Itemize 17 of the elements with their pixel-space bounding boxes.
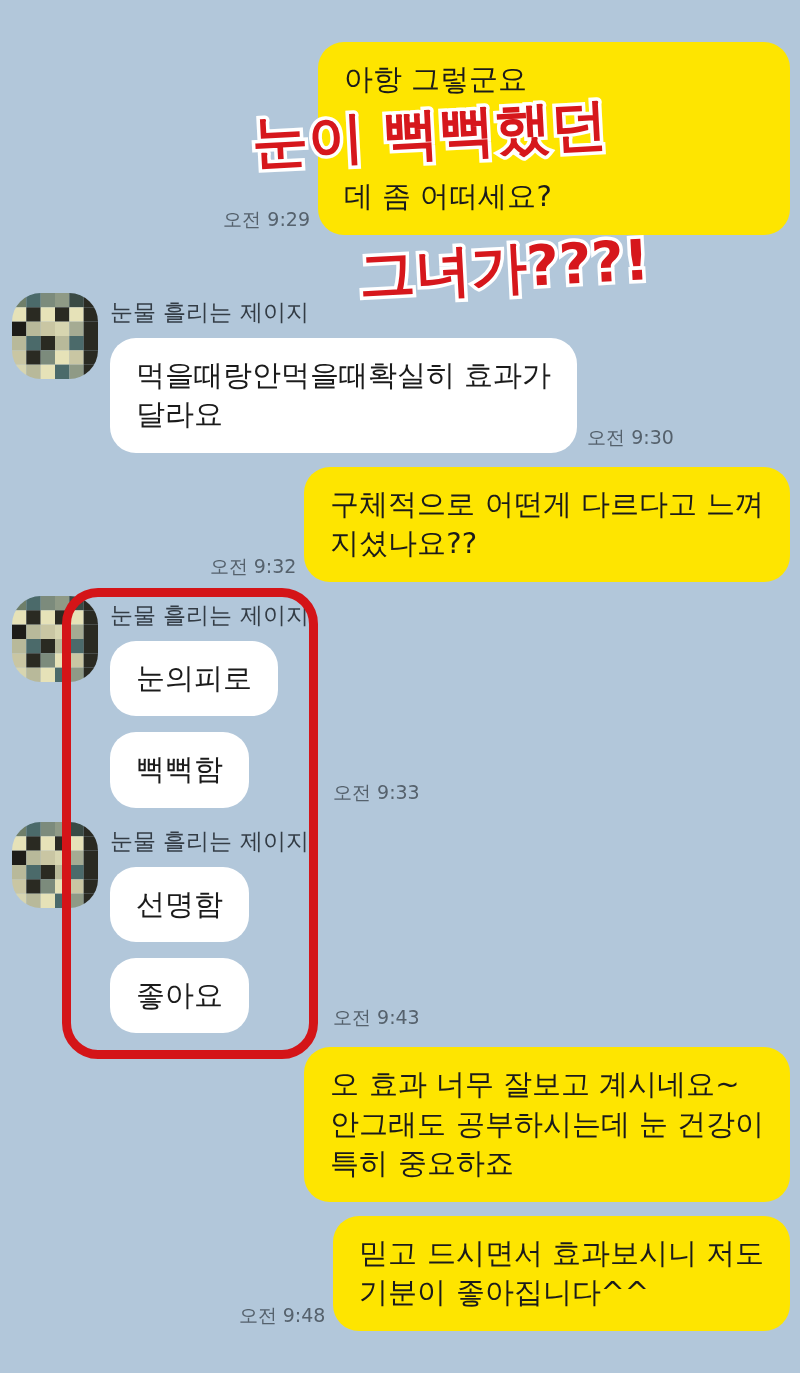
message-bubble: 믿고 드시면서 효과보시니 저도 기분이 좋아집니다^^ [333, 1215, 790, 1331]
message-time: 오전 9:32 [209, 553, 297, 579]
message-time: 오전 9:33 [333, 779, 420, 805]
message-bubble: 선명함 [110, 866, 249, 942]
message-bubble: 구체적으로 어떤게 다르다고 느껴 지셨나요?? [304, 466, 790, 582]
message-time: 오전 9:48 [238, 1302, 326, 1328]
message-time: 오전 9:30 [587, 424, 674, 450]
message-bubble: 오 효과 너무 잘보고 계시네요~ 안그래도 공부하시는데 눈 건강이 특히 중요하죠 [304, 1047, 790, 1202]
sender-name: 눈물 흘리는 제이지 [110, 297, 310, 327]
message-bubble: 눈의피로 [110, 640, 278, 717]
message-bubble: 먹을때랑안먹을때확실히 효과가 달라요 [110, 337, 578, 453]
message-bubble: 뻑뻑함 [110, 732, 249, 808]
message-time: 오전 9:29 [223, 206, 310, 232]
sender-name: 눈물 흘리는 제이지 [110, 600, 310, 630]
sender-name: 눈물 흘리는 제이지 [110, 826, 310, 856]
message-time: 오전 9:43 [333, 1005, 420, 1031]
message-bubble: 좋아요 [110, 957, 249, 1034]
